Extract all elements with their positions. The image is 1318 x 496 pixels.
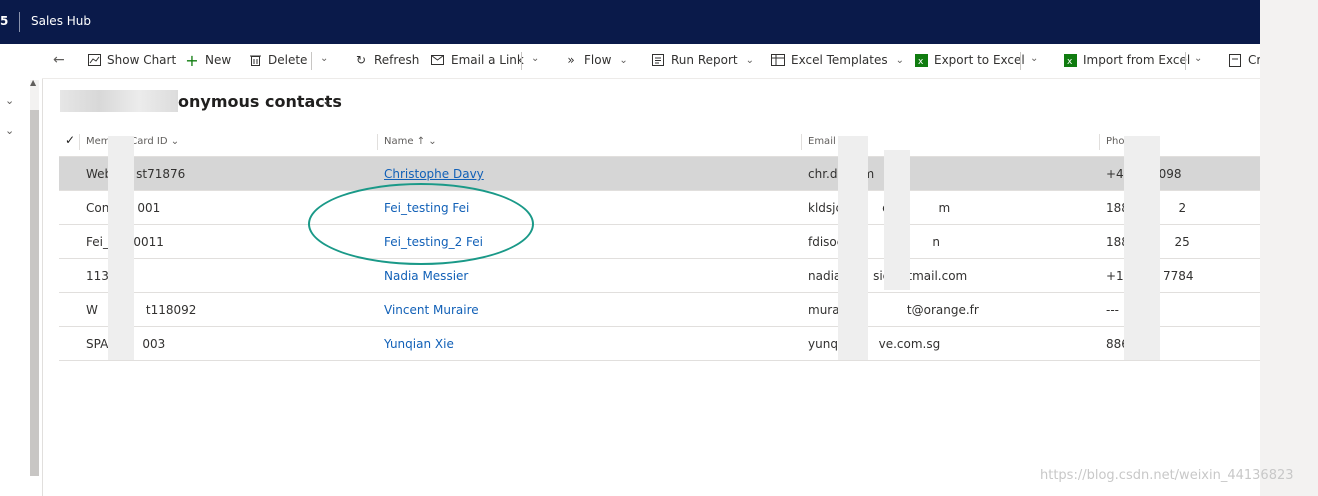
- email-link-icon: [431, 53, 445, 67]
- plus-icon: +: [185, 50, 199, 70]
- export-excel-label: Export to Excel: [934, 53, 1025, 67]
- column-header-name[interactable]: Name ↑ ⌄: [384, 136, 437, 147]
- refresh-button[interactable]: ↻ Refresh: [354, 53, 419, 67]
- column-divider: [1099, 134, 1100, 150]
- scroll-up-icon[interactable]: ▲: [30, 78, 36, 87]
- email-cell: kldsjcemam: [808, 201, 951, 215]
- svg-text:x: x: [1067, 57, 1073, 67]
- show-chart-label: Show Chart: [107, 53, 177, 67]
- column-divider: [801, 134, 802, 150]
- show-chart-button[interactable]: Show Chart: [87, 53, 176, 67]
- column-header-label: Name: [384, 136, 414, 147]
- view-title: onymous contacts: [178, 92, 342, 111]
- run-report-label: Run Report: [671, 53, 738, 67]
- app-window: 5 Sales Hub ⌄ ⌄ ▲ ← Show Chart + New Del…: [0, 0, 1260, 496]
- create-button[interactable]: Cr: [1228, 53, 1260, 67]
- import-excel-button[interactable]: x Import from Excel: [1063, 53, 1190, 67]
- more-commands-chevron-icon[interactable]: ⌄: [320, 53, 328, 64]
- watermark-text: https://blog.csdn.net/weixin_44136823: [1040, 468, 1294, 483]
- email-link-chevron-icon[interactable]: ⌄: [531, 53, 539, 64]
- excel-templates-button[interactable]: Excel Templates ⌄: [771, 53, 904, 67]
- column-divider: [79, 134, 80, 150]
- flow-button[interactable]: » Flow ⌄: [564, 53, 628, 67]
- toolbar-divider: [311, 52, 312, 70]
- member-card-id-cell: Wt118092: [86, 303, 197, 317]
- import-excel-label: Import from Excel: [1083, 53, 1191, 67]
- contacts-grid: ✓ Member Card ID ⌄ Name ↑ ⌄ Email ⌄ Phon…: [59, 128, 1260, 361]
- chevron-down-icon: ⌄: [322, 94, 333, 108]
- table-row[interactable]: 113 Nadia Messier nadia. sie otmail.com +1…: [59, 259, 1260, 293]
- contact-name-link[interactable]: Vincent Muraire: [384, 303, 479, 317]
- export-excel-button[interactable]: x Export to Excel: [914, 53, 1025, 67]
- email-link-label: Email a Link: [451, 53, 524, 67]
- app-launcher-number[interactable]: 5: [0, 14, 8, 28]
- email-cell: yunqia ve.com.sg: [808, 337, 941, 351]
- excel-templates-icon: [771, 53, 785, 67]
- run-report-chevron-icon: ⌄: [745, 54, 754, 66]
- trash-icon: [248, 53, 262, 67]
- contact-name-link[interactable]: Nadia Messier: [384, 269, 468, 283]
- phone-cell: ---: [1106, 303, 1119, 317]
- redacted-view-prefix: [60, 90, 178, 112]
- import-excel-chevron-icon[interactable]: ⌄: [1194, 53, 1202, 64]
- member-card-id-cell: Web st71876: [86, 167, 186, 181]
- table-row[interactable]: Wt118092 Vincent Muraire murai t@orange.f…: [59, 293, 1260, 327]
- redaction-mask: [884, 150, 910, 290]
- topbar-divider: [19, 12, 20, 32]
- redaction-mask: [838, 136, 868, 360]
- email-link-button[interactable]: Email a Link: [431, 53, 524, 67]
- excel-icon: x: [1063, 53, 1077, 67]
- column-divider: [377, 134, 378, 150]
- email-cell: murai t@orange.fr: [808, 303, 979, 317]
- table-row[interactable]: Webst71876 Christophe Davy chr.dagmm +43…: [59, 157, 1260, 191]
- svg-text:x: x: [918, 57, 924, 67]
- chart-icon: [87, 53, 101, 67]
- contact-name-link[interactable]: Christophe Davy: [384, 167, 484, 181]
- create-label: Cr: [1248, 53, 1260, 67]
- toolbar-divider: [1020, 52, 1021, 70]
- excel-templates-label: Excel Templates: [791, 53, 888, 67]
- report-icon: [651, 53, 665, 67]
- refresh-label: Refresh: [374, 53, 420, 67]
- run-report-button[interactable]: Run Report ⌄: [651, 53, 754, 67]
- chevron-down-icon[interactable]: ⌄: [5, 94, 14, 107]
- excel-icon: x: [914, 53, 928, 67]
- document-icon: [1228, 53, 1242, 67]
- app-name[interactable]: Sales Hub: [31, 14, 91, 28]
- sitemap-scrollbar-thumb[interactable]: [30, 110, 39, 476]
- refresh-icon: ↻: [355, 53, 367, 67]
- flow-label: Flow: [584, 53, 612, 67]
- export-excel-chevron-icon[interactable]: ⌄: [1030, 53, 1038, 64]
- grid-header: ✓ Member Card ID ⌄ Name ↑ ⌄ Email ⌄ Phon…: [59, 128, 1260, 157]
- excel-templates-chevron-icon: ⌄: [895, 54, 904, 66]
- email-cell: fdisocman: [808, 235, 941, 249]
- table-row[interactable]: SPA- 003 Yunqian Xie yunqia ve.com.sg 8866: [59, 327, 1260, 361]
- toolbar-divider: [1185, 52, 1186, 70]
- chevron-down-icon: ⌄: [428, 136, 437, 147]
- redaction-mask: [1124, 136, 1160, 360]
- flow-chevron-icon: ⌄: [619, 54, 628, 66]
- redaction-mask: [108, 136, 134, 360]
- column-header-label: Email: [808, 136, 836, 147]
- back-arrow-icon[interactable]: ←: [53, 52, 65, 68]
- contact-name-link[interactable]: Yunqian Xie: [384, 337, 454, 351]
- top-navigation-bar: 5 Sales Hub: [0, 0, 1260, 44]
- table-row[interactable]: Fei_C0011 Fei_testing_2 Fei fdisocman 18…: [59, 225, 1260, 259]
- annotation-ellipse: [308, 183, 534, 265]
- toolbar-divider: [521, 52, 522, 70]
- select-all-checkmark-icon[interactable]: ✓: [65, 133, 75, 147]
- chevron-down-icon: ⌄: [170, 136, 180, 147]
- chevron-down-icon[interactable]: ⌄: [5, 124, 14, 137]
- new-label: New: [205, 53, 232, 67]
- sort-ascending-icon: ↑: [416, 136, 426, 147]
- new-button[interactable]: + New: [185, 50, 232, 70]
- flow-icon: »: [567, 53, 575, 67]
- delete-label: Delete: [268, 53, 308, 67]
- member-card-id-cell: 113: [86, 269, 109, 283]
- table-row[interactable]: Con001 Fei_testing Fei kldsjcemam 18852: [59, 191, 1260, 225]
- delete-button[interactable]: Delete: [248, 53, 307, 67]
